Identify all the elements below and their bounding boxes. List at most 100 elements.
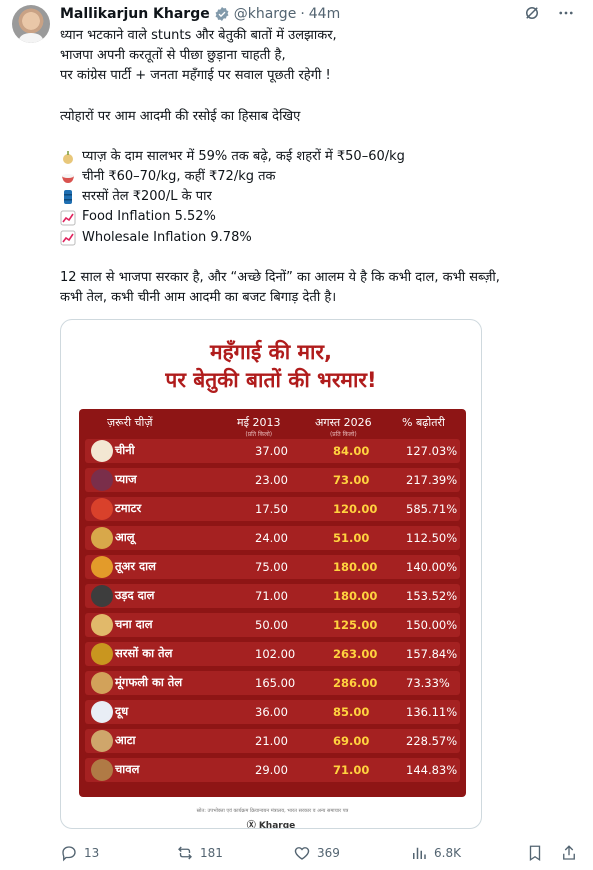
table-row: चीनी 37.00 84.00 127.03% [85,439,460,463]
text-line: कभी तेल, कभी चीनी आम आदमी का बजट बिगाड़ … [60,290,337,306]
separator-dot: · [300,6,305,22]
bullet-food-inflation: Food Inflation 5.52% [60,207,580,227]
grok-icon[interactable] [523,4,541,22]
price-aug-2026: 125.00 [333,618,378,632]
table-row: सरसों का तेल 102.00 263.00 157.84% [85,642,460,666]
item-icon [91,672,113,694]
price-aug-2026: 84.00 [333,444,370,458]
reply-count: 13 [84,846,100,860]
brand-watermark: Ⓧ Kharge [246,821,296,829]
table-row: आटा 21.00 69.00 228.57% [85,729,460,753]
bullet-sugar: चीनी ₹60–70/kg, कहीं ₹72/kg तक [60,167,580,187]
item-icon [91,701,113,723]
bullet-wholesale-inflation: Wholesale Inflation 9.78% [60,228,580,248]
heart-icon [293,844,311,862]
header-may-2013: मई 2013 (प्रति किलो) [237,416,281,438]
bullet-oil: सरसों तेल ₹200/L के पार [60,187,580,207]
price-may-2013: 23.00 [255,473,288,487]
onion-icon [60,149,76,165]
text-line: पर कांग्रेस पार्टी + जनता महँगाई पर सवाल… [60,68,331,84]
views-count: 6.8K [434,846,461,860]
price-may-2013: 102.00 [255,647,296,661]
header-actions [523,4,575,22]
price-may-2013: 21.00 [255,734,288,748]
increase-percent: 127.03% [406,444,458,458]
price-aug-2026: 73.00 [333,473,370,487]
price-may-2013: 37.00 [255,444,288,458]
price-may-2013: 165.00 [255,676,296,690]
table-row: टमाटर 17.50 120.00 585.71% [85,497,460,521]
price-aug-2026: 180.00 [333,560,378,574]
chart-increasing-icon [60,230,76,246]
bullet-onion: प्याज़ के दाम सालभर में 59% तक बढ़े, कई … [60,147,580,167]
price-may-2013: 29.00 [255,763,288,777]
increase-percent: 228.57% [406,734,458,748]
sugar-bowl-icon [60,169,76,185]
item-name: चावल [115,762,140,776]
share-button[interactable] [560,844,578,862]
increase-percent: 585.71% [406,502,458,516]
more-options-icon[interactable] [557,4,575,22]
reply-icon [60,844,78,862]
chart-increasing-icon [60,210,76,226]
item-icon [91,730,113,752]
price-table: ज़रूरी चीज़ें मई 2013 (प्रति किलो) अगस्त … [79,409,466,797]
analytics-icon [410,844,428,862]
table-row: उड़द दाल 71.00 180.00 153.52% [85,584,460,608]
author-handle[interactable]: @kharge [234,6,297,22]
avatar[interactable] [12,5,50,43]
increase-percent: 150.00% [406,618,458,632]
table-row: चना दाल 50.00 125.00 150.00% [85,613,460,637]
price-may-2013: 50.00 [255,618,288,632]
price-aug-2026: 69.00 [333,734,370,748]
text-line: ध्यान भटकाने वाले stunts और बेतुकी बातों… [60,28,337,43]
increase-percent: 73.33% [406,676,450,690]
poster-title: महँगाई की मार, पर बेतुकी बातों की भरमार! [165,340,377,392]
table-row: चावल 29.00 71.00 144.83% [85,758,460,782]
increase-percent: 217.39% [406,473,458,487]
verified-badge-icon [214,6,230,22]
reply-button[interactable]: 13 [60,844,99,862]
price-aug-2026: 71.00 [333,763,370,777]
header-item: ज़रूरी चीज़ें [107,416,153,429]
item-icon [91,498,113,520]
tweet-text: ध्यान भटकाने वाले stunts और बेतुकी बातों… [60,26,580,308]
item-icon [91,440,113,462]
price-may-2013: 75.00 [255,560,288,574]
price-aug-2026: 263.00 [333,647,378,661]
price-may-2013: 17.50 [255,502,288,516]
item-name: आटा [115,733,136,747]
bookmark-icon [526,844,544,862]
bookmark-button[interactable] [526,844,544,862]
item-icon [91,585,113,607]
price-aug-2026: 51.00 [333,531,370,545]
item-name: चना दाल [115,617,153,631]
share-icon [560,844,578,862]
price-aug-2026: 286.00 [333,676,378,690]
increase-percent: 144.83% [406,763,458,777]
table-row: प्याज 23.00 73.00 217.39% [85,468,460,492]
header-aug-2026: अगस्त 2026 (प्रति किलो) [315,416,372,438]
increase-percent: 112.50% [406,531,458,545]
author-name[interactable]: Mallikarjun Kharge [60,6,210,22]
repost-button[interactable]: 181 [176,844,223,862]
price-aug-2026: 180.00 [333,589,378,603]
item-name: चीनी [115,443,135,457]
action-bar: 13 181 369 6.8K [60,842,580,864]
increase-percent: 140.00% [406,560,458,574]
item-name: उड़द दाल [115,588,155,602]
item-icon [91,643,113,665]
like-button[interactable]: 369 [293,844,340,862]
item-icon [91,469,113,491]
views-button[interactable]: 6.8K [410,844,461,862]
repost-icon [176,844,194,862]
item-icon [91,614,113,636]
text-line: 12 साल से भाजपा सरकार है, और “अच्छे दिनो… [60,269,500,285]
text-line: भाजपा अपनी करतूतों से पीछा छुड़ाना चाहती… [60,48,286,64]
table-row: आलू 24.00 51.00 112.50% [85,526,460,550]
tweet-image[interactable]: महँगाई की मार, पर बेतुकी बातों की भरमार!… [60,319,482,829]
item-name: दूध [115,704,129,718]
inflation-poster: महँगाई की मार, पर बेतुकी बातों की भरमार!… [65,324,477,828]
timestamp[interactable]: 44m [309,6,340,22]
table-row: मूंगफली का तेल 165.00 286.00 73.33% [85,671,460,695]
